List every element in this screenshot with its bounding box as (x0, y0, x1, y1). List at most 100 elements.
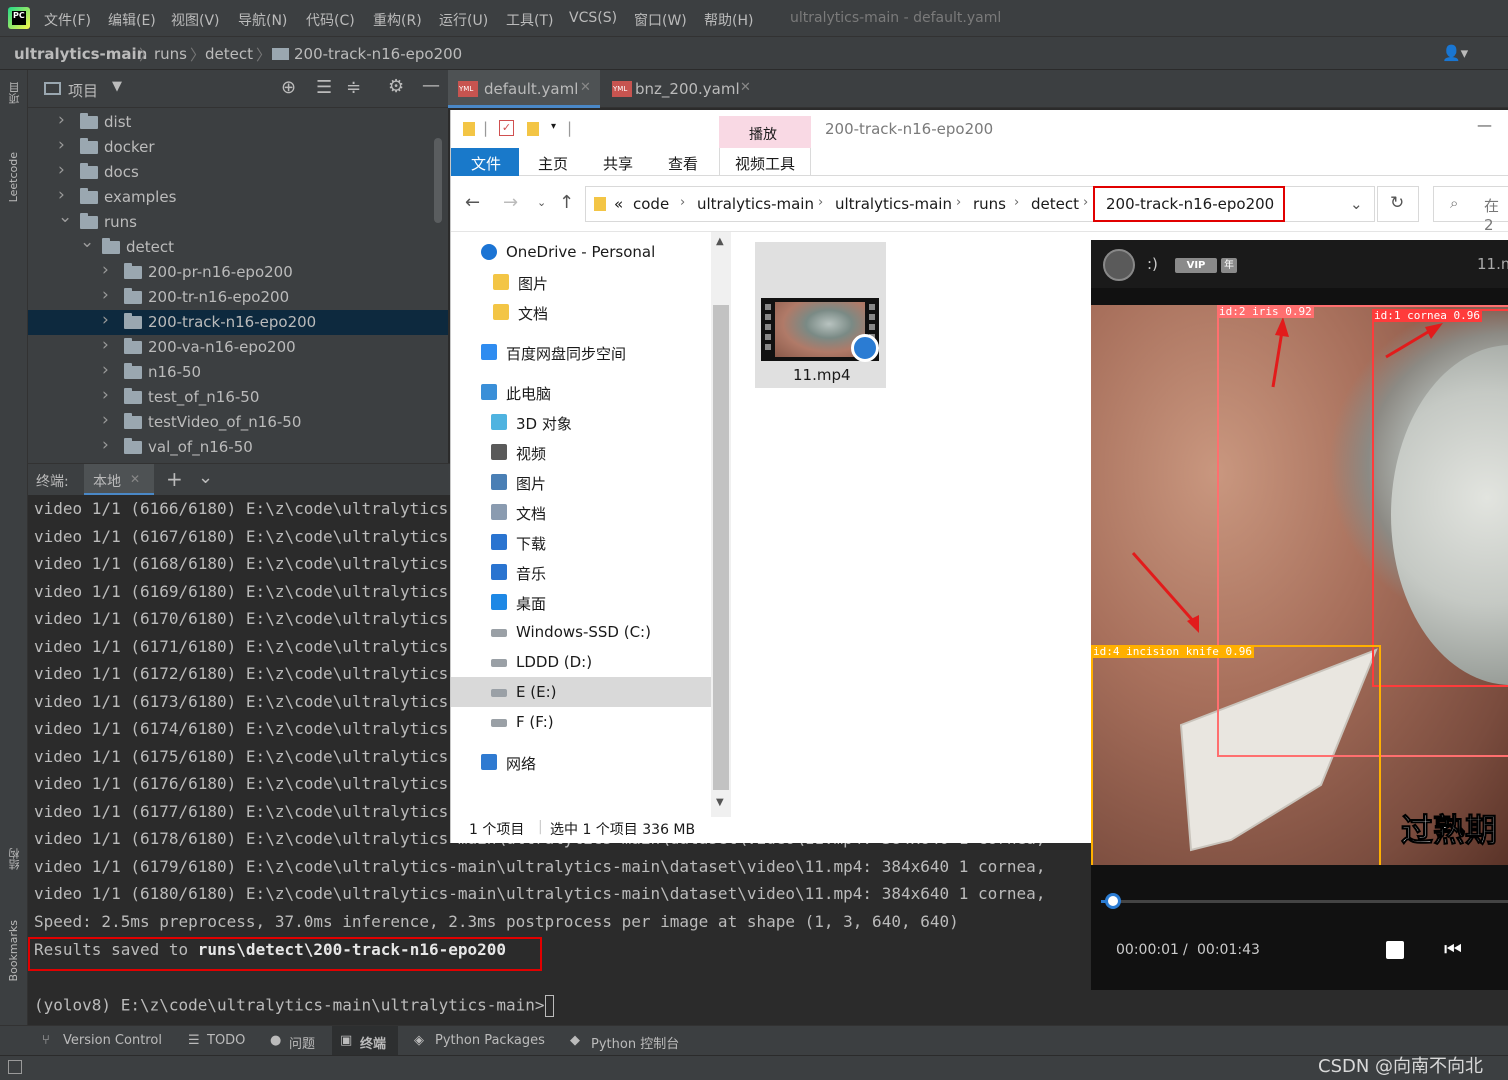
customize-dropdown-icon[interactable]: ▾ (551, 121, 556, 132)
nav-item[interactable]: 视频 (451, 437, 711, 467)
address-bar[interactable]: « code › ultralytics-main › ultralytics-… (585, 186, 1375, 222)
expand-all-icon[interactable]: ☰ (316, 77, 332, 98)
back-arrow-icon[interactable]: ← (465, 192, 480, 213)
nav-item[interactable]: 文档 (451, 497, 711, 527)
menu-window[interactable]: 窗口(W) (634, 10, 687, 30)
close-icon[interactable]: ✕ (740, 80, 751, 95)
tree-item[interactable]: ⌄ detect (28, 232, 448, 260)
chevron-right-icon[interactable]: › (102, 410, 109, 430)
terminal-tab-local[interactable]: 本地 ✕ (84, 464, 154, 496)
locate-icon[interactable]: ⊕ (281, 77, 296, 98)
nav-item[interactable]: 音乐 (451, 557, 711, 587)
nav-item[interactable]: 图片 (451, 467, 711, 497)
project-tool-tab[interactable]: 项目 (7, 82, 23, 104)
nav-item[interactable]: 百度网盘同步空间 (451, 337, 711, 367)
folder-icon[interactable] (463, 122, 475, 136)
nav-item[interactable]: OneDrive - Personal (451, 237, 711, 267)
menu-edit[interactable]: 编辑(E) (108, 10, 156, 30)
chevron-right-icon[interactable]: › (102, 260, 109, 280)
nav-item[interactable]: 文档 (451, 297, 711, 327)
up-arrow-icon[interactable]: ↑ (559, 192, 574, 213)
path-detect[interactable]: detect (1031, 195, 1079, 213)
tool-python-packages[interactable]: Python Packages (435, 1033, 545, 1048)
tree-item[interactable]: › testVideo_of_n16-50 (28, 410, 448, 435)
tool-python-console[interactable]: Python 控制台 (591, 1033, 679, 1052)
chevron-right-icon[interactable]: › (102, 285, 109, 305)
tool-terminal-active[interactable]: ▣ 终端 (332, 1026, 398, 1056)
chevron-right-icon[interactable]: › (680, 195, 685, 210)
nav-item[interactable]: 图片 (451, 267, 711, 297)
tool-todo[interactable]: TODO (207, 1033, 245, 1048)
nav-item[interactable]: Windows-SSD (C:) (451, 617, 711, 647)
path-runs[interactable]: runs (973, 195, 1006, 213)
path-ultralytics-main-2[interactable]: ultralytics-main (835, 195, 952, 213)
chevron-right-icon[interactable]: › (58, 110, 65, 130)
chevron-down-icon[interactable]: ⌄ (80, 232, 94, 252)
chevron-right-icon[interactable]: › (102, 360, 109, 380)
path-overflow[interactable]: « (614, 195, 623, 213)
nav-item[interactable]: E (E:) (451, 677, 711, 707)
chevron-right-icon[interactable]: › (1083, 195, 1088, 210)
chevron-right-icon[interactable]: › (818, 195, 823, 210)
chevron-down-icon[interactable]: ⌄ (58, 207, 72, 227)
chevron-right-icon[interactable]: › (956, 195, 961, 210)
scroll-down-icon[interactable]: ▼ (716, 797, 724, 808)
tree-item[interactable]: › 200-va-n16-epo200 (28, 335, 448, 360)
bookmarks-tool-tab[interactable]: Bookmarks (7, 920, 20, 981)
tree-item[interactable]: › 200-pr-n16-epo200 (28, 260, 448, 285)
tree-item[interactable]: › test_of_n16-50 (28, 385, 448, 410)
tool-version-control[interactable]: Version Control (63, 1033, 162, 1048)
path-ultralytics-main-1[interactable]: ultralytics-main (697, 195, 814, 213)
tree-item[interactable]: › 200-tr-n16-epo200 (28, 285, 448, 310)
tree-item[interactable]: › examples (28, 185, 448, 210)
minimize-icon[interactable]: — (1477, 116, 1492, 134)
menu-help[interactable]: 帮助(H) (704, 10, 753, 30)
chevron-right-icon[interactable]: › (58, 160, 65, 180)
chevron-down-icon[interactable]: ▼ (112, 79, 122, 94)
menu-code[interactable]: 代码(C) (306, 10, 355, 30)
path-code[interactable]: code (633, 195, 669, 213)
breadcrumb-detect[interactable]: detect (205, 45, 253, 63)
tab-home[interactable]: 主页 (538, 153, 568, 174)
nav-item[interactable]: 网络 (451, 747, 711, 777)
previous-icon[interactable]: ⏮ (1444, 937, 1462, 961)
chevron-right-icon[interactable]: › (102, 335, 109, 355)
menu-vcs[interactable]: VCS(S) (569, 10, 617, 26)
menu-view[interactable]: 视图(V) (171, 10, 220, 30)
tab-bnz-200-yaml[interactable]: YML bnz_200.yaml ✕ (602, 70, 752, 108)
chevron-down-icon[interactable]: ⌄ (198, 467, 213, 488)
structure-tool-tab[interactable]: 结构 (7, 848, 23, 870)
chevron-right-icon[interactable]: › (102, 435, 109, 455)
tab-file[interactable]: 文件 (451, 148, 519, 176)
leetcode-tool-tab[interactable]: Leetcode (7, 152, 20, 202)
breadcrumb-project[interactable]: ultralytics-main (14, 45, 147, 63)
breadcrumb-current[interactable]: 200-track-n16-epo200 (294, 45, 462, 63)
forward-arrow-icon[interactable]: → (503, 192, 518, 213)
scrollbar-thumb[interactable] (713, 305, 729, 790)
nav-item[interactable]: 桌面 (451, 587, 711, 617)
menu-tools[interactable]: 工具(T) (506, 10, 553, 30)
chevron-right-icon[interactable]: › (58, 135, 65, 155)
breadcrumb-runs[interactable]: runs (154, 45, 187, 63)
nav-item[interactable]: 此电脑 (451, 377, 711, 407)
chevron-right-icon[interactable]: › (102, 310, 109, 330)
nav-item[interactable]: 下载 (451, 527, 711, 557)
chevron-right-icon[interactable]: › (1014, 195, 1019, 210)
chevron-down-icon[interactable]: ⌄ (1350, 195, 1363, 213)
avatar[interactable] (1103, 249, 1135, 281)
gear-icon[interactable]: ⚙ (388, 76, 404, 97)
video-frame[interactable]: id:2 iris 0.92 id:1 cornea 0.96 id:4 incis… (1091, 305, 1508, 865)
tree-item[interactable]: › dist (28, 110, 448, 135)
tree-item[interactable]: › docker (28, 135, 448, 160)
tree-item[interactable]: › n16-50 (28, 360, 448, 385)
tab-view[interactable]: 查看 (668, 153, 698, 174)
tree-item[interactable]: › 200-track-n16-epo200 (28, 310, 448, 335)
nav-item[interactable]: F (F:) (451, 707, 711, 737)
layout-icon[interactable] (8, 1060, 22, 1074)
menu-refactor[interactable]: 重构(R) (373, 10, 422, 30)
menu-navigate[interactable]: 导航(N) (238, 10, 287, 30)
scroll-up-icon[interactable]: ▲ (716, 236, 724, 247)
stop-icon[interactable] (1386, 941, 1404, 959)
properties-icon[interactable]: ✓ (499, 120, 514, 136)
project-title[interactable]: 项目 (68, 80, 98, 101)
